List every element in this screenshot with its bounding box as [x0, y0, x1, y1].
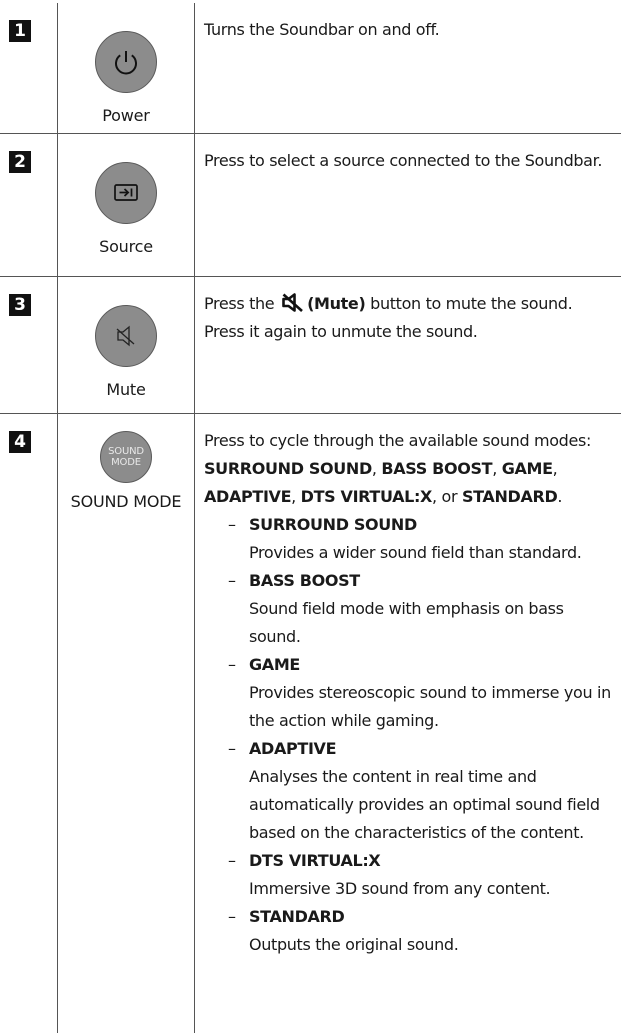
mode-name: DTS VIRTUAL:X [301, 487, 432, 506]
mode-description: Immersive 3D sound from any content. [249, 875, 619, 903]
dash-marker: – [228, 903, 236, 931]
number-cell: 4 [0, 414, 58, 1033]
mode-name: STANDARD [462, 487, 557, 506]
list-item: – GAME Provides stereoscopic sound to im… [204, 651, 619, 735]
button-text-line-1: SOUND [108, 446, 144, 457]
power-button[interactable] [95, 31, 157, 93]
separator: , [553, 459, 558, 478]
table-row-source: 2 Source Press to select a source connec… [0, 134, 621, 277]
list-item: – SURROUND SOUND Provides a wider sound … [204, 511, 619, 567]
separator: . [557, 487, 562, 506]
power-icon [111, 47, 141, 77]
number-badge: 2 [9, 151, 31, 173]
description-intro: Press to cycle through the available sou… [204, 427, 619, 511]
button-cell: Source [58, 134, 195, 277]
number-badge: 1 [9, 20, 31, 42]
source-icon [112, 181, 140, 205]
description-text: Turns the Soundbar on and off. [204, 16, 619, 44]
button-text-line-2: MODE [108, 457, 144, 468]
list-item: – STANDARD Outputs the original sound. [204, 903, 619, 959]
list-item: – BASS BOOST Sound field mode with empha… [204, 567, 619, 651]
separator: , [291, 487, 300, 506]
separator: , [372, 459, 381, 478]
dash-marker: – [228, 847, 236, 875]
number-cell: 2 [0, 134, 58, 277]
dash-marker: – [228, 651, 236, 679]
description-text: Press the (Mute) button to mute the soun… [204, 290, 619, 318]
source-button[interactable] [95, 162, 157, 224]
mute-inline-icon [282, 293, 304, 312]
mode-description: Analyses the content in real time and au… [249, 763, 619, 847]
mode-name: ADAPTIVE [204, 487, 291, 506]
button-cell: SOUND MODE SOUND MODE [58, 414, 195, 1033]
description-second-line: Press it again to unmute the sound. [204, 318, 619, 346]
sound-mode-button-text: SOUND MODE [108, 446, 144, 468]
mode-description: Provides stereoscopic sound to immerse y… [249, 679, 619, 735]
dash-marker: – [228, 511, 236, 539]
mode-title: DTS VIRTUAL:X [249, 847, 619, 875]
dash-marker: – [228, 735, 236, 763]
mode-title: ADAPTIVE [249, 735, 619, 763]
sound-mode-list: – SURROUND SOUND Provides a wider sound … [204, 511, 619, 959]
description-cell: Turns the Soundbar on and off. [195, 3, 621, 134]
table-row-mute: 3 Mute Press the (Mute) button to mute t… [0, 277, 621, 414]
manual-page: 1 Power Turns the Soundbar on and off. 2 [0, 0, 621, 1032]
mode-description: Provides a wider sound field than standa… [249, 539, 619, 567]
description-text: Press to select a source connected to th… [204, 147, 619, 175]
mode-name: BASS BOOST [381, 459, 492, 478]
number-badge: 4 [9, 431, 31, 453]
mute-keyword: (Mute) [307, 294, 365, 313]
button-label: Source [58, 237, 194, 256]
mode-title: SURROUND SOUND [249, 511, 619, 539]
button-cell: Mute [58, 277, 195, 414]
button-label: SOUND MODE [58, 492, 194, 511]
table-row-sound-mode: 4 SOUND MODE SOUND MODE Press to cycle t… [0, 414, 621, 1033]
number-badge: 3 [9, 294, 31, 316]
description-cell: Press to select a source connected to th… [195, 134, 621, 277]
table-row-power: 1 Power Turns the Soundbar on and off. [0, 3, 621, 134]
mode-title: GAME [249, 651, 619, 679]
description-cell: Press to cycle through the available sou… [195, 414, 621, 1033]
mode-name: GAME [502, 459, 553, 478]
description-suffix: button to mute the sound. [370, 294, 572, 313]
mode-description: Outputs the original sound. [249, 931, 619, 959]
mode-title: BASS BOOST [249, 567, 619, 595]
sound-mode-button[interactable]: SOUND MODE [100, 431, 152, 483]
list-item: – DTS VIRTUAL:X Immersive 3D sound from … [204, 847, 619, 903]
description-prefix: Press the [204, 294, 274, 313]
mute-button[interactable] [95, 305, 157, 367]
mute-icon [113, 323, 139, 349]
separator: , [492, 459, 501, 478]
list-item: – ADAPTIVE Analyses the content in real … [204, 735, 619, 847]
number-cell: 3 [0, 277, 58, 414]
button-label: Mute [58, 380, 194, 399]
button-cell: Power [58, 3, 195, 134]
description-cell: Press the (Mute) button to mute the soun… [195, 277, 621, 414]
mode-description: Sound field mode with emphasis on bass s… [249, 595, 619, 651]
button-label: Power [58, 106, 194, 125]
number-cell: 1 [0, 3, 58, 134]
mode-name: SURROUND SOUND [204, 459, 372, 478]
dash-marker: – [228, 567, 236, 595]
separator: , or [432, 487, 462, 506]
button-function-table: 1 Power Turns the Soundbar on and off. 2 [0, 3, 621, 1033]
intro-text: Press to cycle through the available sou… [204, 431, 591, 450]
mode-title: STANDARD [249, 903, 619, 931]
